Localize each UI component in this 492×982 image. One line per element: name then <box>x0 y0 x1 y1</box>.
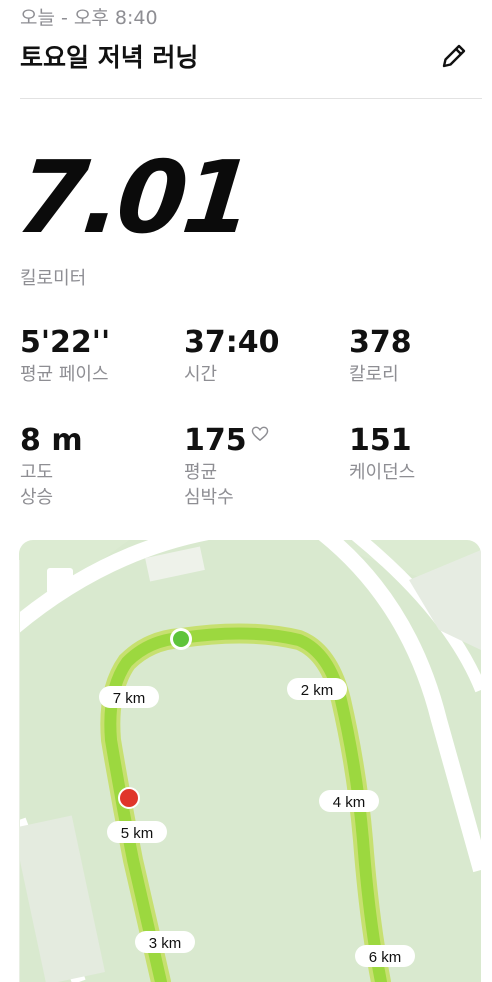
km-marker: 3 km <box>135 931 195 953</box>
run-title: 토요일 저녁 러닝 <box>20 43 199 72</box>
elevation-value: 8 m <box>20 423 83 458</box>
distance-value: 7.01 <box>11 139 255 256</box>
stat-heart-rate: 175 평균 심박수 <box>184 424 269 510</box>
stat-calories: 378 칼로리 <box>349 326 412 387</box>
avg-pace-label: 평균 페이스 <box>20 364 109 385</box>
km-marker: 5 km <box>107 821 167 843</box>
duration-value: 37:40 <box>184 325 280 360</box>
km-marker: 6 km <box>355 945 415 967</box>
start-marker <box>173 631 189 647</box>
calories-value: 378 <box>349 325 412 360</box>
heart-rate-label-line1: 평균 <box>184 462 218 483</box>
calories-label: 칼로리 <box>349 364 399 385</box>
distance-unit: 킬로미터 <box>20 268 87 289</box>
svg-text:3 km: 3 km <box>149 935 182 952</box>
stat-cadence: 151 케이던스 <box>349 424 415 485</box>
cadence-value: 151 <box>349 423 412 458</box>
svg-text:2 km: 2 km <box>301 682 334 699</box>
heart-rate-label-line2: 심박수 <box>184 487 234 508</box>
heart-icon <box>251 426 268 442</box>
edit-button[interactable] <box>438 40 470 72</box>
header-divider <box>20 98 482 99</box>
km-marker: 2 km <box>287 678 347 700</box>
map-building <box>47 568 73 594</box>
svg-text:6 km: 6 km <box>369 949 402 966</box>
run-timestamp: 오늘 - 오후 8:40 <box>20 7 158 29</box>
svg-text:5 km: 5 km <box>121 825 154 842</box>
end-marker <box>120 789 138 807</box>
duration-label: 시간 <box>184 364 218 385</box>
route-map[interactable]: 7 km 2 km 4 km 5 km 3 km 6 km <box>19 540 481 982</box>
stat-elevation: 8 m 고도 상승 <box>20 424 83 510</box>
km-marker: 7 km <box>99 686 159 708</box>
stat-avg-pace: 5'22'' 평균 페이스 <box>20 326 110 387</box>
svg-text:4 km: 4 km <box>333 794 366 811</box>
avg-pace-value: 5'22'' <box>20 325 111 360</box>
pencil-icon <box>442 44 466 68</box>
svg-text:7 km: 7 km <box>113 690 146 707</box>
cadence-label: 케이던스 <box>349 462 416 483</box>
heart-rate-value: 175 <box>184 423 247 458</box>
stat-duration: 37:40 시간 <box>184 326 280 387</box>
elevation-label-line1: 고도 <box>20 462 54 483</box>
route-map-canvas: 7 km 2 km 4 km 5 km 3 km 6 km <box>19 540 481 982</box>
km-marker: 4 km <box>319 790 379 812</box>
elevation-label-line2: 상승 <box>20 487 54 508</box>
